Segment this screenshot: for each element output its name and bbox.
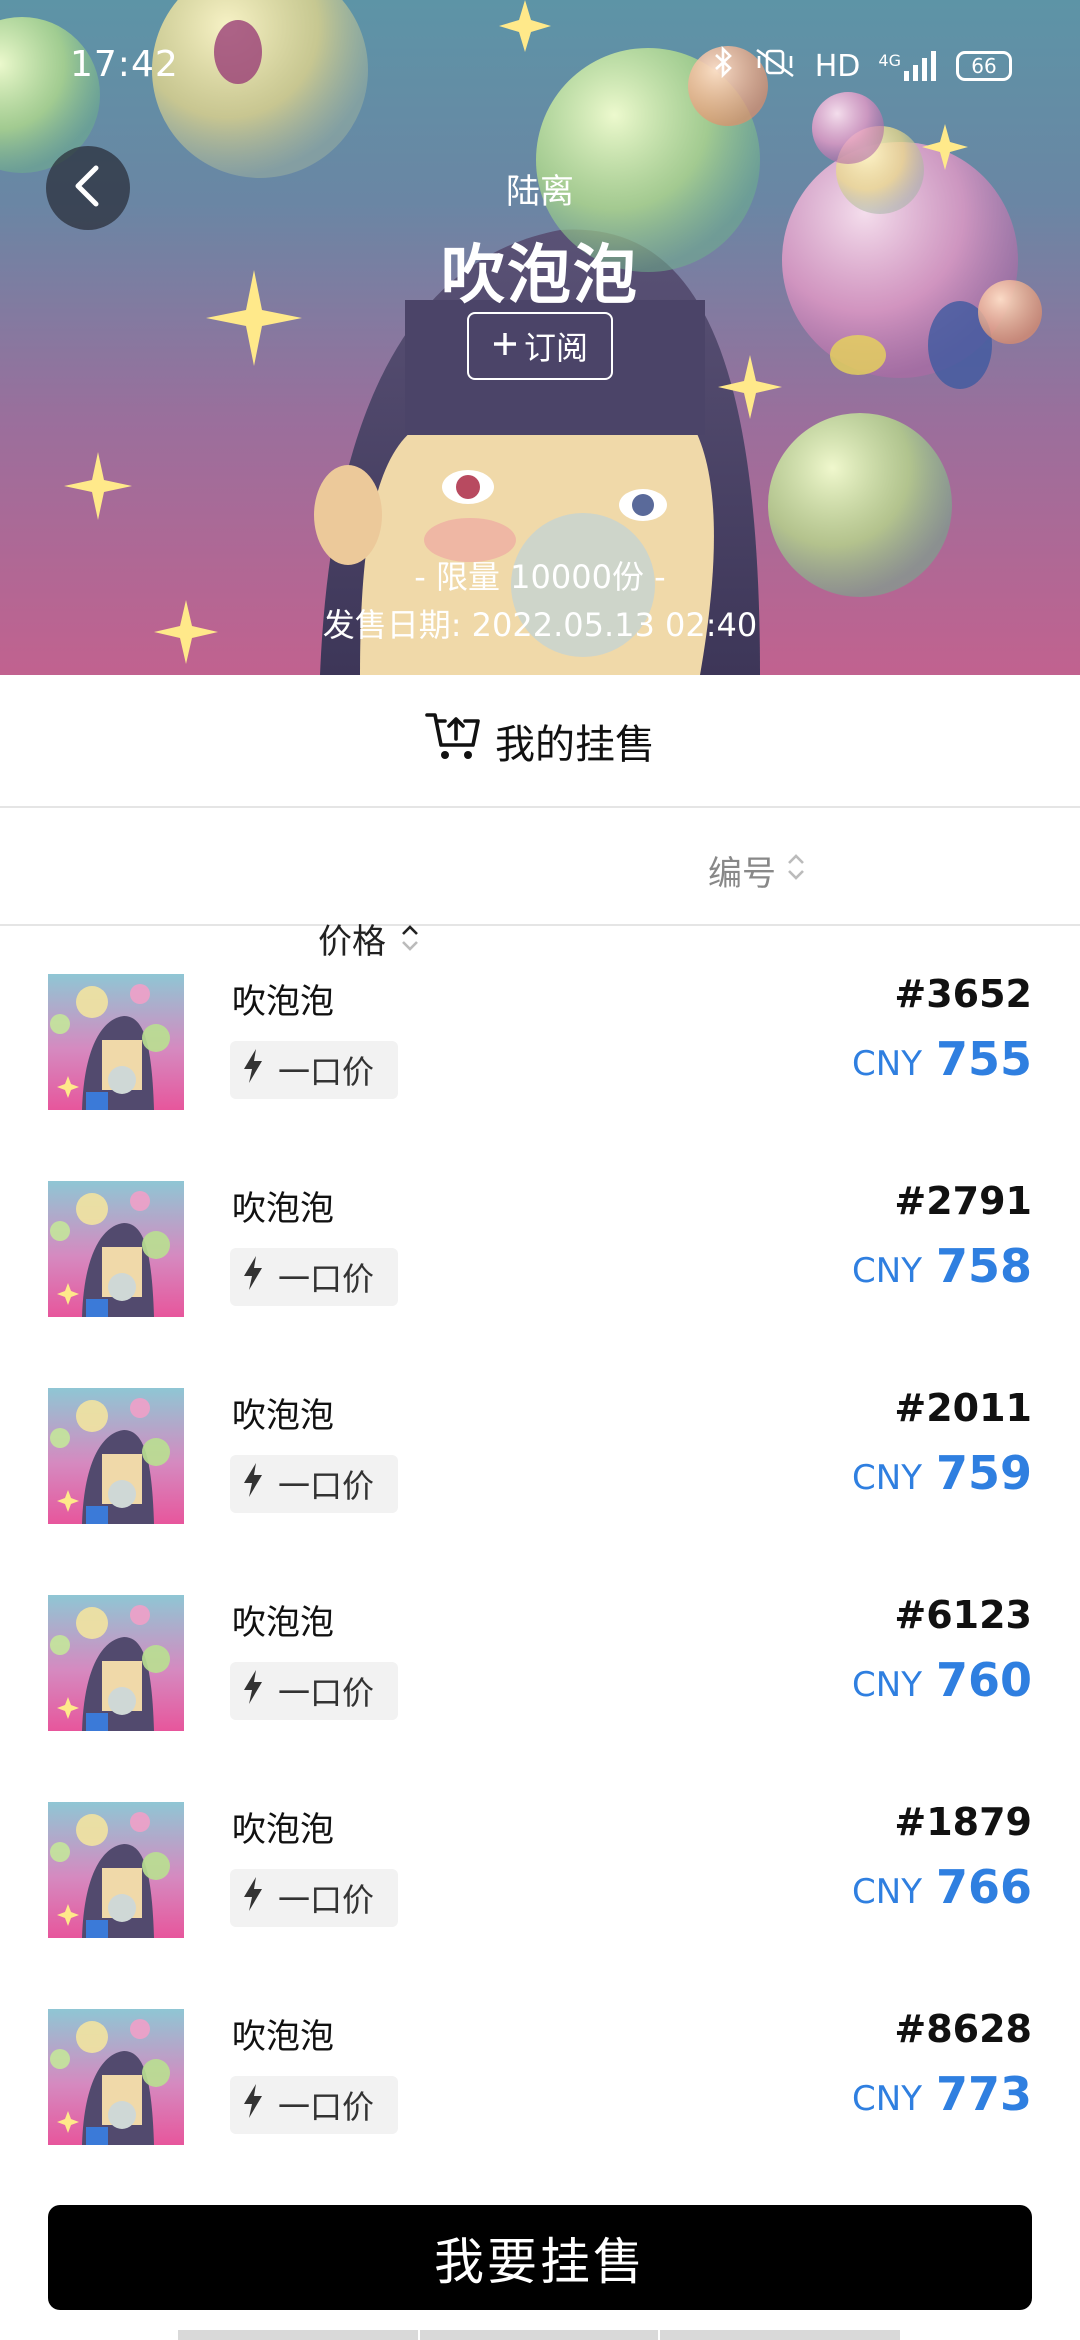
serial-number: #8628 [894, 2007, 1032, 2051]
artwork-thumbnail [48, 974, 184, 1110]
listing-price: CNY 755 [852, 1032, 1032, 1086]
listing-price: CNY 758 [852, 1239, 1032, 1293]
subscribe-button[interactable]: 订阅 [467, 312, 613, 380]
artwork-thumbnail [48, 2009, 184, 2145]
vibrate-mute-icon [753, 46, 797, 86]
listing-price: CNY 759 [852, 1446, 1032, 1500]
lightning-icon [242, 1670, 264, 1712]
list-item[interactable]: 吹泡泡 一口价 #1879 CNY 766 [0, 1756, 1080, 1963]
edition-limit: - 限量 10000份 - [414, 558, 666, 596]
item-name: 吹泡泡 [232, 1810, 334, 1850]
sale-date: 发售日期: 2022.05.13 02:40 [322, 606, 758, 644]
lightning-icon [242, 1877, 264, 1919]
listing-price: CNY 760 [852, 1653, 1032, 1707]
home-indicator [420, 2330, 658, 2340]
artwork-thumbnail [48, 1802, 184, 1938]
listing-price: CNY 766 [852, 1860, 1032, 1914]
item-name: 吹泡泡 [232, 1396, 334, 1436]
fixed-price-tag: 一口价 [230, 1041, 398, 1099]
fixed-price-tag: 一口价 [230, 2076, 398, 2134]
price-currency: CNY [852, 1251, 922, 1291]
artist-name[interactable]: 陆离 [0, 164, 1080, 213]
fixed-price-tag: 一口价 [230, 1662, 398, 1720]
price-value: 758 [935, 1239, 1032, 1293]
home-indicator [660, 2330, 900, 2340]
network-hd-label: HD [814, 48, 861, 84]
fixed-price-tag: 一口价 [230, 1248, 398, 1306]
plus-icon [492, 327, 518, 365]
fixed-price-label: 一口价 [278, 1881, 375, 1919]
sort-by-number[interactable]: 编号 [708, 846, 806, 895]
collection-title: 吹泡泡 [441, 239, 639, 313]
sort-bar: 价格 编号 [0, 810, 1080, 962]
sort-number-label: 编号 [708, 854, 776, 894]
serial-number: #1879 [894, 1800, 1032, 1844]
list-item[interactable]: 吹泡泡 一口价 #6123 CNY 760 [0, 1549, 1080, 1756]
price-currency: CNY [852, 1458, 922, 1498]
lightning-icon [242, 1049, 264, 1091]
price-value: 766 [935, 1860, 1032, 1914]
signal-icon: 4G [878, 51, 938, 81]
listing-price: CNY 773 [852, 2067, 1032, 2121]
list-item[interactable]: 吹泡泡 一口价 #8628 CNY 773 [0, 1963, 1080, 2170]
list-item[interactable]: 吹泡泡 一口价 #2791 CNY 758 [0, 1135, 1080, 1342]
lightning-icon [242, 1463, 264, 1505]
item-name: 吹泡泡 [232, 2017, 334, 2057]
price-currency: CNY [852, 1665, 922, 1705]
serial-number: #6123 [894, 1593, 1032, 1637]
price-currency: CNY [852, 1872, 922, 1912]
cart-upload-icon [425, 709, 481, 773]
subscribe-label: 订阅 [523, 329, 588, 367]
item-name: 吹泡泡 [232, 1189, 334, 1229]
battery-level: 66 [971, 54, 997, 78]
fixed-price-label: 一口价 [278, 2088, 375, 2126]
sort-arrows-icon [786, 851, 806, 891]
price-value: 773 [935, 2067, 1032, 2121]
price-value: 755 [935, 1032, 1032, 1086]
list-item[interactable]: 吹泡泡 一口价 #2011 CNY 759 [0, 1342, 1080, 1549]
status-time: 17:42 [70, 44, 179, 85]
fixed-price-label: 一口价 [278, 1674, 375, 1712]
item-name: 吹泡泡 [232, 1603, 334, 1643]
my-listings-label: 我的挂售 [495, 721, 655, 768]
status-bar: 17:42 HD 4G 66 [0, 0, 1080, 130]
status-icons: HD 4G 66 [713, 45, 1012, 86]
artwork-thumbnail [48, 1388, 184, 1524]
lightning-icon [242, 1256, 264, 1298]
artwork-thumbnail [48, 1181, 184, 1317]
price-value: 759 [935, 1446, 1032, 1500]
fixed-price-tag: 一口价 [230, 1869, 398, 1927]
fixed-price-label: 一口价 [278, 1053, 375, 1091]
serial-number: #3652 [894, 972, 1032, 1016]
hero-banner: 17:42 HD 4G 66 陆离 吹泡泡 订阅 - 限量 10000份 - 发… [0, 0, 1080, 675]
signal-4g-label: 4G [878, 51, 901, 70]
list-item[interactable]: 吹泡泡 一口价 #3652 CNY 755 [0, 928, 1080, 1135]
battery-icon: 66 [956, 51, 1012, 81]
list-for-sale-button[interactable]: 我要挂售 [48, 2205, 1032, 2310]
price-currency: CNY [852, 2079, 922, 2119]
price-value: 760 [935, 1653, 1032, 1707]
fixed-price-label: 一口价 [278, 1260, 375, 1298]
fixed-price-tag: 一口价 [230, 1455, 398, 1513]
bluetooth-icon [713, 45, 735, 86]
artwork-thumbnail [48, 1595, 184, 1731]
price-currency: CNY [852, 1044, 922, 1084]
lightning-icon [242, 2084, 264, 2126]
listing-list: 吹泡泡 一口价 #3652 CNY 755 吹泡泡 一口价 #2791 CNY … [0, 928, 1080, 2170]
my-listings-button[interactable]: 我的挂售 [0, 675, 1080, 808]
serial-number: #2011 [894, 1386, 1032, 1430]
item-name: 吹泡泡 [232, 982, 334, 1022]
home-indicator [178, 2330, 418, 2340]
fixed-price-label: 一口价 [278, 1467, 375, 1505]
serial-number: #2791 [894, 1179, 1032, 1223]
